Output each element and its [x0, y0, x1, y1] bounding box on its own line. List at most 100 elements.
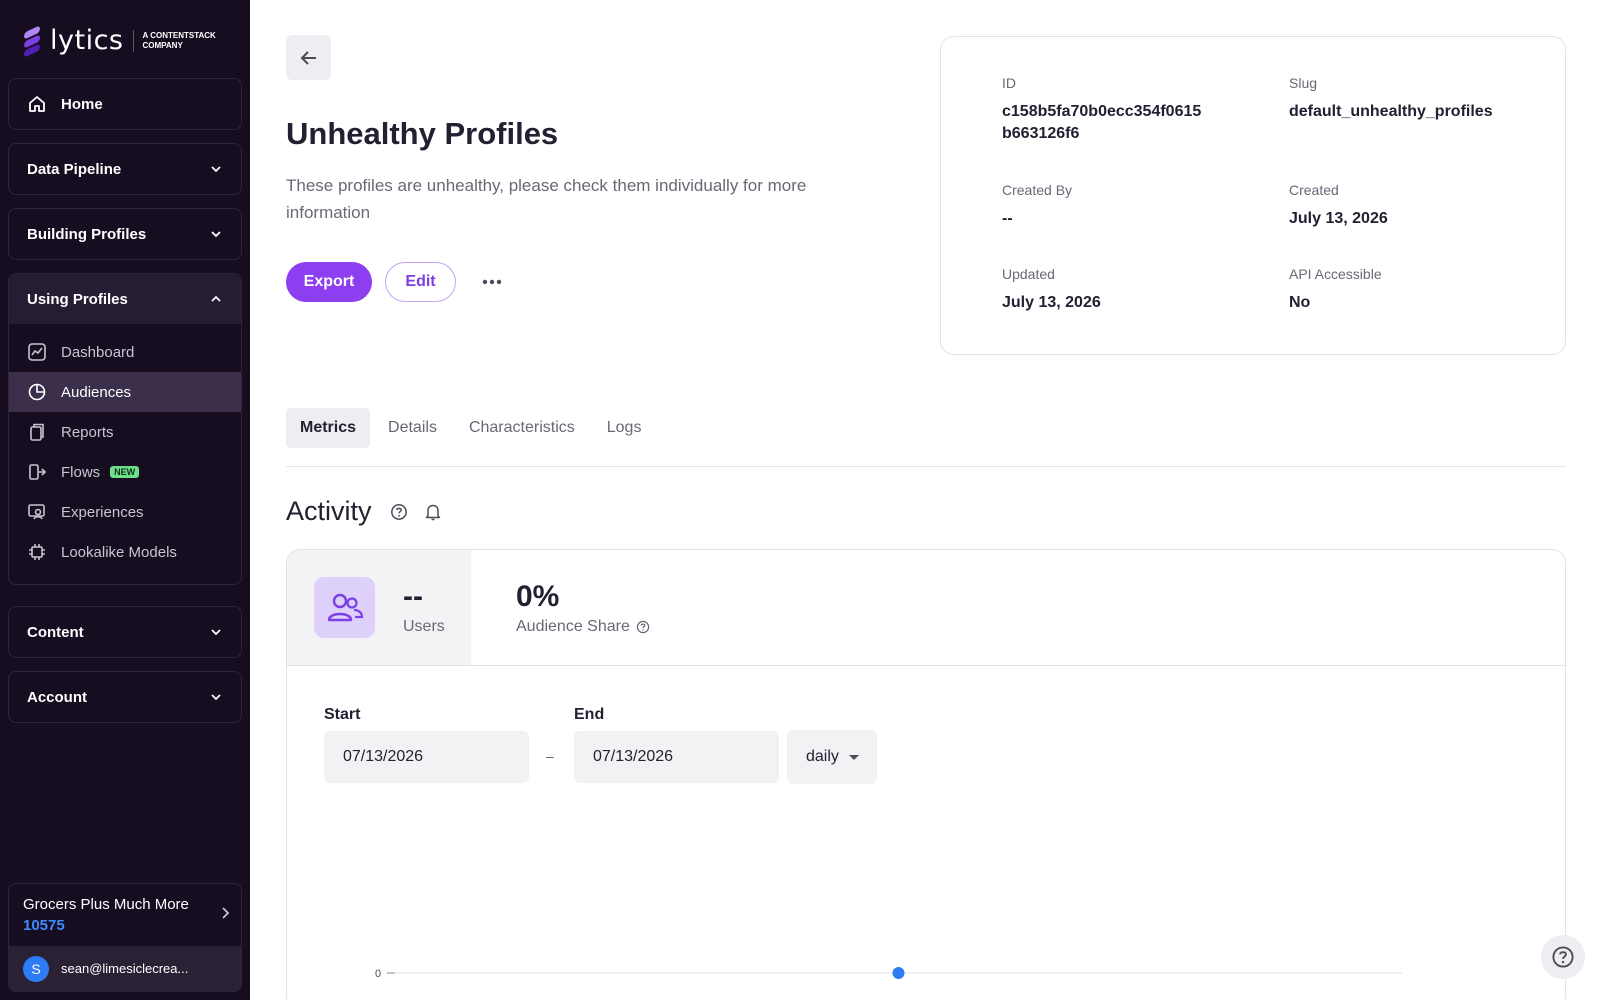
updated-label: Updated [1002, 266, 1055, 282]
chart-icon [27, 342, 47, 362]
nav-data-pipeline[interactable]: Data Pipeline [8, 143, 242, 195]
audience-info-card: ID c158b5fa70b0ecc354f0615 b663126f6 Slu… [940, 36, 1566, 355]
more-options-button[interactable] [478, 272, 506, 292]
activity-card: -- Users 0% Audience Share Start 07/13/2… [286, 549, 1566, 1000]
flow-icon [27, 462, 47, 482]
sidebar-item-label: Audiences [61, 383, 132, 401]
users-icon [314, 577, 375, 638]
updated-value: July 13, 2026 [1002, 294, 1101, 311]
sidebar: lytics A CONTENTSTACK COMPANY Home Data … [0, 0, 250, 1000]
avatar: S [23, 955, 49, 982]
data-point[interactable] [892, 967, 905, 979]
slug-value: default_unhealthy_profiles [1289, 103, 1493, 120]
sidebar-item-label: Dashboard [61, 343, 135, 361]
activity-chart: 0 [375, 967, 1402, 980]
help-circle-icon[interactable] [390, 503, 408, 521]
bell-icon[interactable] [424, 502, 442, 522]
help-circle-icon [1551, 945, 1575, 969]
org-selector[interactable]: Grocers Plus Much More 10575 [9, 884, 241, 946]
nav-section-label: Using Profiles [27, 290, 128, 308]
tab-divider [286, 466, 1566, 467]
sidebar-item-reports[interactable]: Reports [9, 412, 241, 452]
new-badge: NEW [110, 466, 140, 478]
chip-icon [27, 542, 47, 562]
created-by-field: Created By -- [1002, 182, 1072, 230]
tab-logs[interactable]: Logs [593, 408, 656, 448]
export-button[interactable]: Export [286, 262, 372, 302]
clipboard-icon [27, 422, 47, 442]
nav-building-profiles[interactable]: Building Profiles [8, 208, 242, 260]
audience-share-label: Audience Share [516, 618, 630, 635]
card-divider [287, 665, 1565, 666]
pie-icon [27, 382, 47, 402]
nav-content[interactable]: Content [8, 606, 242, 658]
api-accessible-value: No [1289, 294, 1311, 311]
caret-down-icon [848, 754, 859, 760]
id-value: c158b5fa70b0ecc354f0615 b663126f6 [1002, 103, 1202, 142]
nav-section-label: Account [27, 688, 87, 706]
tab-metrics[interactable]: Metrics [286, 408, 371, 448]
org-name: Grocers Plus Much More [23, 896, 189, 913]
audience-share-metric: Audience Share [516, 618, 650, 636]
slug-field: Slug default_unhealthy_profiles [1289, 75, 1549, 123]
sidebar-item-dashboard[interactable]: Dashboard [9, 332, 241, 372]
id-field: ID c158b5fa70b0ecc354f0615 b663126f6 [1002, 75, 1232, 145]
slug-label: Slug [1289, 75, 1318, 91]
experience-icon [27, 502, 47, 522]
interval-select[interactable]: daily [787, 730, 877, 784]
sidebar-item-label: Lookalike Models [61, 543, 177, 561]
created-by-label: Created By [1002, 182, 1073, 198]
lytics-logo[interactable]: lytics A CONTENTSTACK COMPANY [22, 24, 222, 58]
activity-title: Activity [286, 496, 372, 526]
sidebar-item-audiences[interactable]: Audiences [9, 372, 241, 412]
end-date-input[interactable]: 07/13/2026 [574, 731, 779, 783]
page-description: These profiles are unhealthy, please che… [286, 176, 807, 222]
sidebar-item-flows[interactable]: Flows NEW [9, 452, 241, 492]
sidebar-item-lookalike-models[interactable]: Lookalike Models [9, 532, 241, 572]
chevron-right-icon [221, 906, 231, 925]
sidebar-item-label: Reports [61, 423, 114, 441]
chevron-down-icon [209, 162, 223, 176]
start-date-input[interactable]: 07/13/2026 [324, 731, 529, 783]
logo-divider [133, 29, 135, 52]
created-field: Created July 13, 2026 [1289, 182, 1388, 230]
back-button[interactable] [286, 35, 331, 80]
created-by-value: -- [1002, 210, 1013, 227]
nav-home-label: Home [61, 95, 103, 113]
api-accessible-field: API Accessible No [1289, 266, 1382, 314]
activity-header: Activity [286, 496, 442, 527]
start-label: Start [324, 706, 361, 723]
edit-button[interactable]: Edit [385, 262, 456, 302]
api-accessible-label: API Accessible [1289, 266, 1382, 282]
brand-tagline: A CONTENTSTACK COMPANY [142, 30, 216, 50]
updated-field: Updated July 13, 2026 [1002, 266, 1101, 314]
nav-section-label: Building Profiles [27, 225, 147, 243]
nav-section-label: Data Pipeline [27, 160, 122, 178]
chevron-up-icon [209, 292, 223, 306]
y-tick-label: 0 [375, 968, 381, 980]
more-dots-icon [482, 279, 502, 285]
date-range-separator: – [546, 748, 554, 764]
lytics-logo-icon [22, 24, 44, 58]
users-label: Users [403, 618, 445, 635]
tab-details[interactable]: Details [374, 408, 451, 448]
created-value: July 13, 2026 [1289, 210, 1388, 227]
chevron-down-icon [209, 625, 223, 639]
sidebar-item-experiences[interactable]: Experiences [9, 492, 241, 532]
help-button[interactable] [1541, 935, 1585, 979]
nav-home[interactable]: Home [8, 78, 242, 130]
sidebar-item-label: Experiences [61, 503, 144, 521]
created-label: Created [1289, 182, 1339, 198]
users-metric: -- Users [287, 550, 471, 665]
help-circle-icon[interactable] [636, 620, 650, 634]
audience-share-value: 0% [516, 580, 560, 613]
end-label: End [574, 706, 605, 723]
tab-characteristics[interactable]: Characteristics [455, 408, 589, 448]
arrow-left-icon [298, 47, 320, 69]
interval-value: daily [806, 748, 839, 765]
nav-using-profiles-header[interactable]: Using Profiles [9, 274, 241, 324]
user-menu[interactable]: S sean@limesiclecrea... [9, 946, 241, 991]
user-email: sean@limesiclecrea... [61, 961, 189, 976]
nav-account[interactable]: Account [8, 671, 242, 723]
brand-name: lytics [50, 25, 124, 56]
